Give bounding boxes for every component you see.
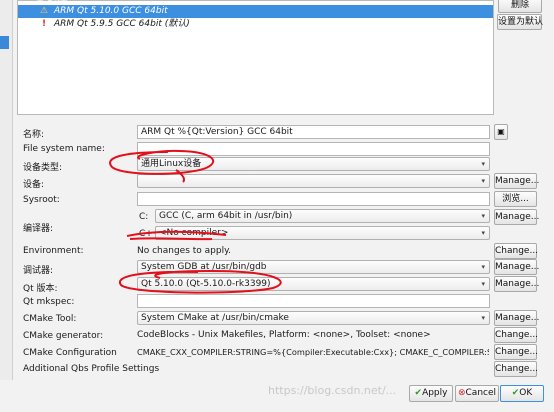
annotation-scribble-compiler <box>126 230 227 241</box>
annotation-layer <box>109 149 282 294</box>
annotation-mark-device-type <box>175 169 186 183</box>
annotation-circle-qt-version <box>118 269 282 294</box>
annotation-circle-device-type <box>109 149 215 175</box>
